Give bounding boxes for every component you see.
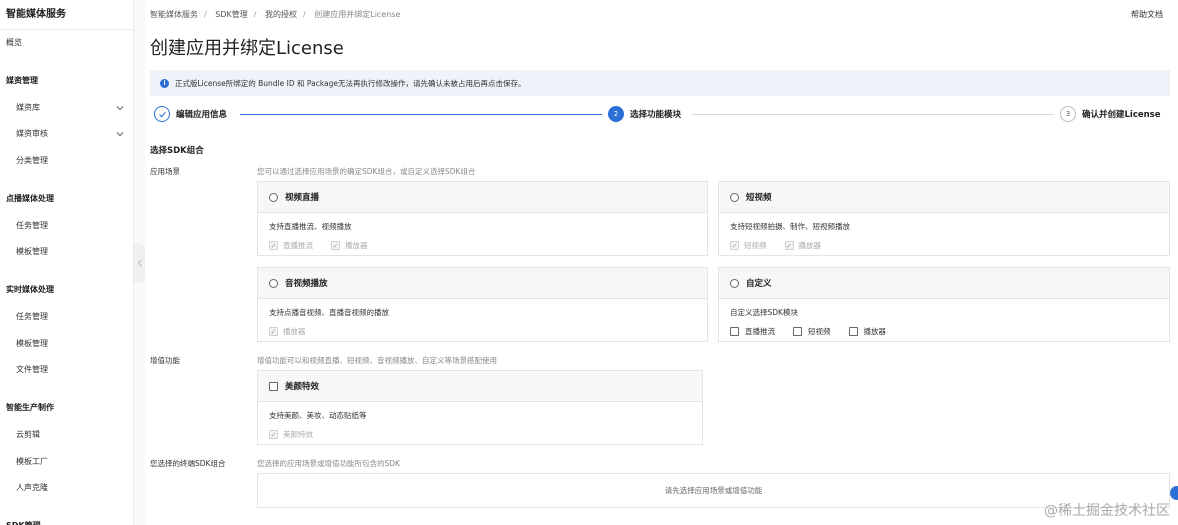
page-title: 创建应用并绑定License bbox=[150, 38, 344, 59]
step-3: 3 确认并创建License bbox=[1060, 106, 1161, 122]
sidebar-item-live-templates[interactable]: 模板管理 bbox=[0, 334, 133, 354]
option-short-video: ✓ 短视频 bbox=[730, 241, 767, 250]
check-icon: ✓ bbox=[269, 241, 278, 250]
card-title: 视频直播 bbox=[285, 193, 320, 203]
radio-short-video[interactable] bbox=[730, 192, 739, 202]
sidebar-group-production: 智能生产制作 bbox=[6, 403, 54, 412]
breadcrumb-item[interactable]: 智能媒体服务 bbox=[150, 10, 198, 19]
value-added-desc: 增值功能可以和视频直播、短视频、音视频播放、自定义等场景搭配使用 bbox=[257, 356, 497, 365]
radio-live[interactable] bbox=[269, 192, 278, 202]
step-connector bbox=[692, 114, 1054, 115]
step-label: 选择功能模块 bbox=[630, 110, 682, 120]
help-docs-link[interactable]: 帮助文档 bbox=[1131, 9, 1163, 20]
option-short-video[interactable]: 短视频 bbox=[793, 326, 831, 337]
checkbox[interactable] bbox=[793, 327, 802, 336]
alert-text: 正式版License所绑定的 Bundle ID 和 Package无法再执行修… bbox=[175, 78, 526, 88]
scenario-card-live[interactable]: 视频直播 支持直播推流、视频播放 ✓ 直播推流 ✓ 播放器 bbox=[257, 181, 708, 256]
card-desc: 支持短视频拍摄、制作、短视频播放 bbox=[730, 222, 850, 231]
option-live-push[interactable]: 直播推流 bbox=[730, 326, 775, 337]
card-title: 短视频 bbox=[746, 193, 772, 203]
check-icon bbox=[154, 106, 170, 122]
sidebar-group-sdk: SDK管理 bbox=[0, 516, 133, 525]
scenario-label: 应用场景 bbox=[150, 167, 180, 176]
sidebar-item-vod-tasks[interactable]: 任务管理 bbox=[0, 216, 133, 236]
sidebar-item-category[interactable]: 分类管理 bbox=[0, 151, 133, 171]
sidebar-group-live: 实时媒体处理 bbox=[6, 285, 54, 294]
sidebar-title: 智能媒体服务 bbox=[0, 0, 133, 30]
step-2: 2 选择功能模块 bbox=[608, 106, 681, 122]
breadcrumb-item[interactable]: SDK管理 bbox=[215, 10, 247, 19]
card-title: 自定义 bbox=[746, 279, 772, 289]
step-1: 编辑应用信息 bbox=[154, 106, 227, 122]
value-added-label: 增值功能 bbox=[150, 356, 180, 365]
card-desc: 支持点播音视频、直播音视频的播放 bbox=[269, 308, 389, 317]
check-icon: ✓ bbox=[784, 241, 794, 250]
step-number: 3 bbox=[1060, 106, 1076, 122]
floating-button[interactable] bbox=[1170, 486, 1178, 500]
sidebar-collapse-handle[interactable] bbox=[134, 243, 145, 283]
scenario-card-custom[interactable]: 自定义 自定义选择SDK模块 直播推流 短视频 播放器 bbox=[718, 267, 1170, 342]
sidebar-item-template-factory[interactable]: 模板工厂 bbox=[0, 452, 133, 472]
sidebar-item-live-tasks[interactable]: 任务管理 bbox=[0, 307, 133, 327]
step-label: 编辑应用信息 bbox=[176, 110, 228, 120]
main-content: 智能媒体服务 / SDK管理 / 我的授权 / 创建应用并绑定License 帮助文档… bbox=[145, 0, 1178, 525]
option-player: ✓ 播放器 bbox=[331, 241, 368, 250]
card-title: 音视频播放 bbox=[285, 279, 328, 289]
radio-playback[interactable] bbox=[269, 278, 278, 288]
check-icon: ✓ bbox=[269, 327, 278, 336]
value-added-card-beauty[interactable]: 美颜特效 支持美颜、美妆、动态贴纸等 ✓ 美颜特效 bbox=[257, 370, 703, 445]
section-title: 选择SDK组合 bbox=[150, 146, 204, 156]
check-icon: ✓ bbox=[331, 241, 340, 250]
option-player[interactable]: 播放器 bbox=[848, 326, 886, 337]
sidebar-group-vod: 点播媒体处理 bbox=[6, 194, 54, 203]
option-player: ✓ 播放器 bbox=[269, 327, 306, 336]
card-desc: 自定义选择SDK模块 bbox=[730, 308, 798, 317]
step-label: 确认并创建License bbox=[1082, 110, 1161, 120]
result-placeholder: 请先选择应用场景或增值功能 bbox=[664, 486, 763, 495]
sidebar-item-overview[interactable]: 概览 bbox=[0, 33, 133, 53]
sidebar-item-voice-clone[interactable]: 人声克隆 bbox=[0, 478, 133, 498]
checkbox-beauty[interactable] bbox=[269, 381, 278, 391]
scenario-card-playback[interactable]: 音视频播放 支持点播音视频、直播音视频的播放 ✓ 播放器 bbox=[257, 267, 708, 342]
sidebar-item-vod-templates[interactable]: 模板管理 bbox=[0, 242, 133, 262]
checkbox[interactable] bbox=[730, 327, 739, 336]
sidebar-item-label: 媒资库 bbox=[16, 103, 40, 112]
stepper: 编辑应用信息 2 选择功能模块 3 确认并创建License bbox=[154, 106, 1164, 124]
breadcrumb-current: 创建应用并绑定License bbox=[314, 10, 401, 19]
step-number: 2 bbox=[608, 106, 624, 122]
chevron-left-icon bbox=[137, 259, 142, 267]
card-desc: 支持美颜、美妆、动态贴纸等 bbox=[269, 411, 367, 420]
sidebar-item-label: 媒资审核 bbox=[16, 129, 48, 138]
sdk-combination-box: 请先选择应用场景或增值功能 bbox=[257, 473, 1170, 508]
check-icon: ✓ bbox=[269, 430, 278, 439]
chevron-down-icon bbox=[116, 106, 124, 111]
checkbox[interactable] bbox=[848, 327, 858, 336]
breadcrumb-item[interactable]: 我的授权 bbox=[265, 10, 297, 19]
sidebar: 智能媒体服务 概览 媒资管理 媒资库 媒资审核 分类管理 点播媒体处理 任务管理… bbox=[0, 0, 134, 525]
sidebar-item-cloud-edit[interactable]: 云剪辑 bbox=[0, 425, 133, 445]
breadcrumb: 智能媒体服务 / SDK管理 / 我的授权 / 创建应用并绑定License bbox=[150, 10, 401, 19]
sidebar-item-live-files[interactable]: 文件管理 bbox=[0, 360, 133, 380]
option-live-push: ✓ 直播推流 bbox=[269, 241, 313, 250]
card-title: 美颜特效 bbox=[285, 382, 320, 392]
card-desc: 支持直播推流、视频播放 bbox=[269, 222, 352, 231]
info-alert: i 正式版License所绑定的 Bundle ID 和 Package无法再执… bbox=[150, 70, 1170, 96]
scenario-desc: 您可以通过选择应用场景的确定SDK组合，或自定义选择SDK组合 bbox=[257, 167, 476, 176]
option-beauty: ✓ 美颜特效 bbox=[269, 430, 313, 439]
check-icon: ✓ bbox=[730, 241, 739, 250]
info-icon: i bbox=[160, 78, 169, 88]
sidebar-group-media: 媒资管理 bbox=[6, 76, 38, 85]
chevron-down-icon bbox=[116, 132, 124, 137]
option-player: ✓ 播放器 bbox=[784, 241, 821, 250]
result-label: 您选择的终端SDK组合 bbox=[150, 459, 226, 468]
sidebar-item-media-library[interactable]: 媒资库 bbox=[0, 98, 133, 118]
sidebar-item-media-review[interactable]: 媒资审核 bbox=[0, 124, 133, 144]
watermark: @稀土掘金技术社区 bbox=[1044, 503, 1170, 519]
step-connector bbox=[240, 114, 602, 115]
result-desc: 您选择的应用场景或增值功能所包含的SDK bbox=[257, 459, 400, 468]
radio-custom[interactable] bbox=[730, 278, 739, 288]
scenario-card-short-video[interactable]: 短视频 支持短视频拍摄、制作、短视频播放 ✓ 短视频 ✓ 播放器 bbox=[718, 181, 1170, 256]
